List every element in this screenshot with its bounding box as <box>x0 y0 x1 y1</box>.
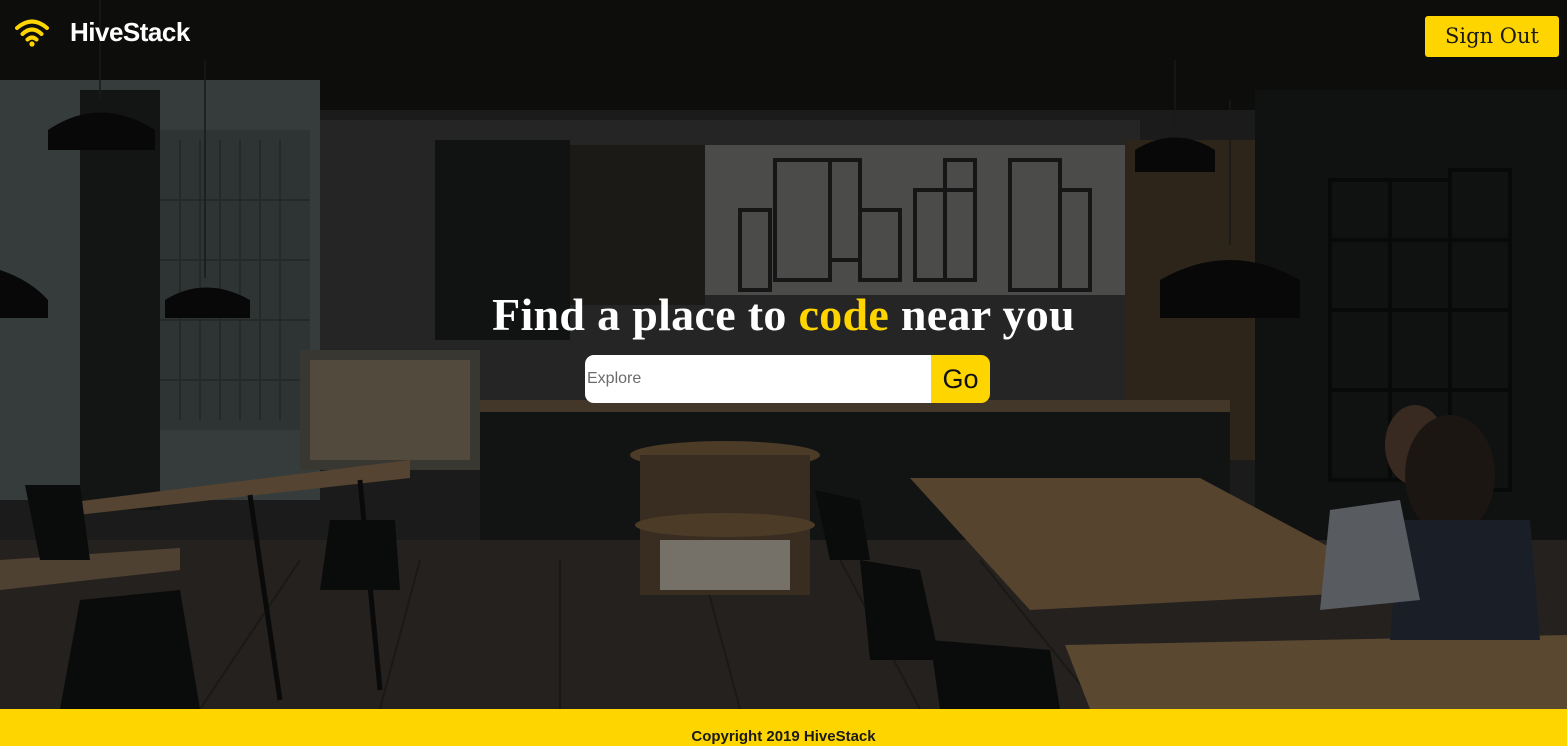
search-form: Go <box>585 355 990 403</box>
hero-title-after: near you <box>889 289 1075 340</box>
navbar: HiveStack Sign Out <box>0 0 1567 70</box>
search-input[interactable] <box>585 355 931 403</box>
footer: Copyright 2019 HiveStack <box>0 709 1567 746</box>
sign-out-button[interactable]: Sign Out <box>1425 16 1559 57</box>
hero-title-accent: code <box>798 289 890 340</box>
footer-copyright: Copyright 2019 HiveStack <box>691 728 876 745</box>
brand-link[interactable]: HiveStack <box>14 14 190 50</box>
wifi-icon <box>15 19 49 47</box>
hero-title-before: Find a place to <box>492 289 799 340</box>
brand-name: HiveStack <box>70 16 190 47</box>
hero-title: Find a place to code near you <box>0 288 1567 341</box>
hero-section: Find a place to code near you <box>0 288 1567 341</box>
go-button[interactable]: Go <box>931 355 990 403</box>
